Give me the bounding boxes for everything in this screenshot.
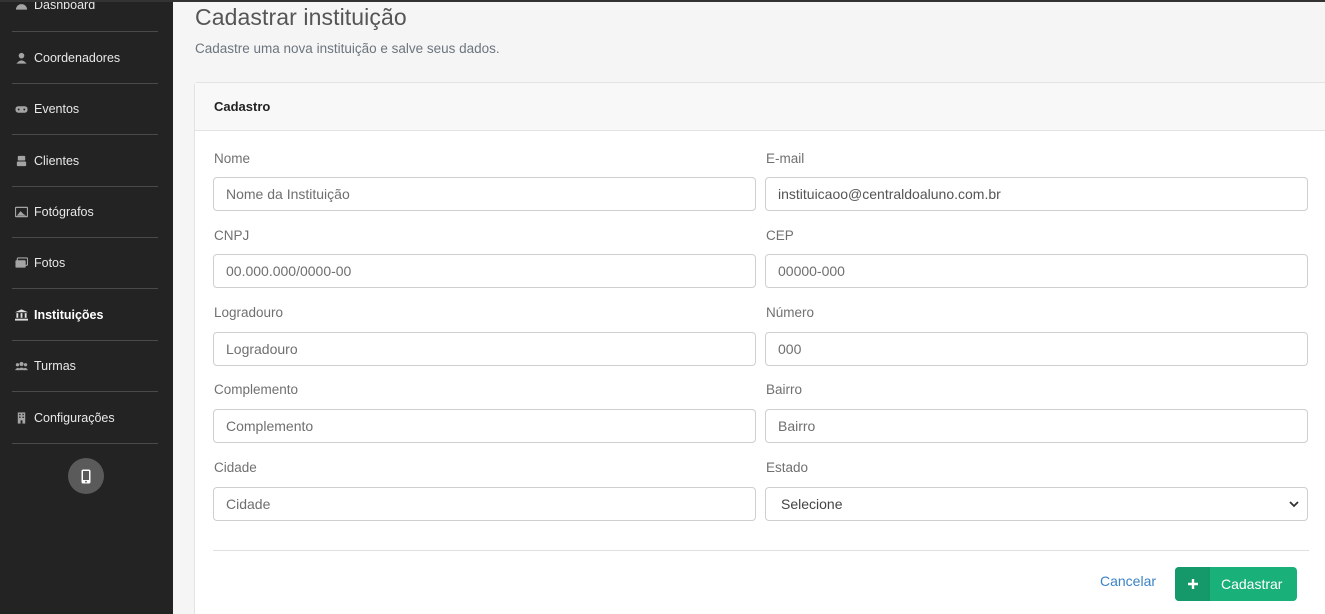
sidebar: Dashboard Coordenadores Eventos Clientes… <box>0 0 173 614</box>
numero-input[interactable] <box>765 332 1308 366</box>
sidebar-item-label: Fotógrafos <box>34 205 94 219</box>
sidebar-item-label: Instituições <box>34 308 104 322</box>
cep-input[interactable] <box>765 254 1308 288</box>
sidebar-item-clientes[interactable]: Clientes <box>12 154 158 168</box>
bairro-label: Bairro <box>766 382 803 397</box>
plus-icon <box>1175 567 1210 601</box>
sidebar-item-configuracoes[interactable]: Configurações <box>12 411 158 425</box>
page-title: Cadastrar instituição <box>195 4 407 30</box>
cep-label: CEP <box>766 228 794 243</box>
sidebar-item-fotos[interactable]: Fotos <box>12 256 158 270</box>
cidade-label: Cidade <box>214 460 257 475</box>
sidebar-divider <box>12 134 158 135</box>
sidebar-item-label: Clientes <box>34 154 80 168</box>
nome-label: Nome <box>214 151 251 166</box>
sidebar-divider <box>12 237 158 238</box>
page-subtitle: Cadastre uma nova instituição e salve se… <box>195 41 500 56</box>
sidebar-divider <box>12 391 158 392</box>
estado-label: Estado <box>766 460 809 475</box>
building-icon <box>17 412 26 424</box>
submit-button[interactable]: Cadastrar <box>1175 567 1297 601</box>
sidebar-divider <box>12 186 158 187</box>
mobile-toggle-button[interactable] <box>68 458 104 494</box>
mobile-icon <box>81 469 91 483</box>
sidebar-item-label: Coordenadores <box>34 51 121 65</box>
bairro-input[interactable] <box>765 409 1308 443</box>
submit-button-label: Cadastrar <box>1221 576 1283 592</box>
form-divider <box>213 550 1309 551</box>
cnpj-input[interactable] <box>213 254 756 288</box>
gamepad-icon <box>15 106 28 113</box>
cancel-button[interactable]: Cancelar <box>1100 573 1156 589</box>
sidebar-item-label: Fotos <box>34 256 66 270</box>
estado-selected-value: Selecione <box>781 496 843 512</box>
sidebar-divider <box>12 31 158 32</box>
nome-input[interactable] <box>213 177 756 211</box>
main-content: Cadastrar instituição Cadastre uma nova … <box>173 0 1325 614</box>
email-input[interactable] <box>765 177 1308 211</box>
users-icon <box>15 361 28 371</box>
sidebar-divider <box>12 288 158 289</box>
sidebar-item-coordenadores[interactable]: Coordenadores <box>12 51 158 65</box>
sidebar-item-label: Configurações <box>34 411 115 425</box>
sidebar-divider <box>12 83 158 84</box>
client-icon <box>16 155 27 167</box>
numero-label: Número <box>766 305 815 320</box>
form-card: Cadastro Nome E-mail CNPJ CEP Logradouro… <box>194 82 1325 614</box>
logradouro-input[interactable] <box>213 332 756 366</box>
sidebar-item-eventos[interactable]: Eventos <box>12 102 158 116</box>
sidebar-divider <box>12 443 158 444</box>
sidebar-item-instituicoes[interactable]: Instituições <box>12 308 158 322</box>
card-header: Cadastro <box>195 83 1325 131</box>
logradouro-label: Logradouro <box>214 305 284 320</box>
sidebar-item-fotografos[interactable]: Fotógrafos <box>12 205 158 219</box>
estado-select[interactable]: Selecione <box>765 487 1308 521</box>
bank-icon <box>15 309 28 321</box>
sidebar-item-label: Eventos <box>34 102 80 116</box>
complemento-label: Complemento <box>214 382 299 397</box>
sidebar-item-label: Turmas <box>34 359 76 373</box>
photo-icon <box>15 206 28 218</box>
images-icon <box>15 257 28 268</box>
sidebar-item-turmas[interactable]: Turmas <box>12 359 158 373</box>
cidade-input[interactable] <box>213 487 756 521</box>
sidebar-divider <box>12 340 158 341</box>
user-icon <box>16 52 27 64</box>
email-label: E-mail <box>766 151 805 166</box>
top-border <box>0 0 1325 2</box>
complemento-input[interactable] <box>213 409 756 443</box>
cnpj-label: CNPJ <box>214 228 250 243</box>
chevron-down-icon <box>1289 501 1299 508</box>
